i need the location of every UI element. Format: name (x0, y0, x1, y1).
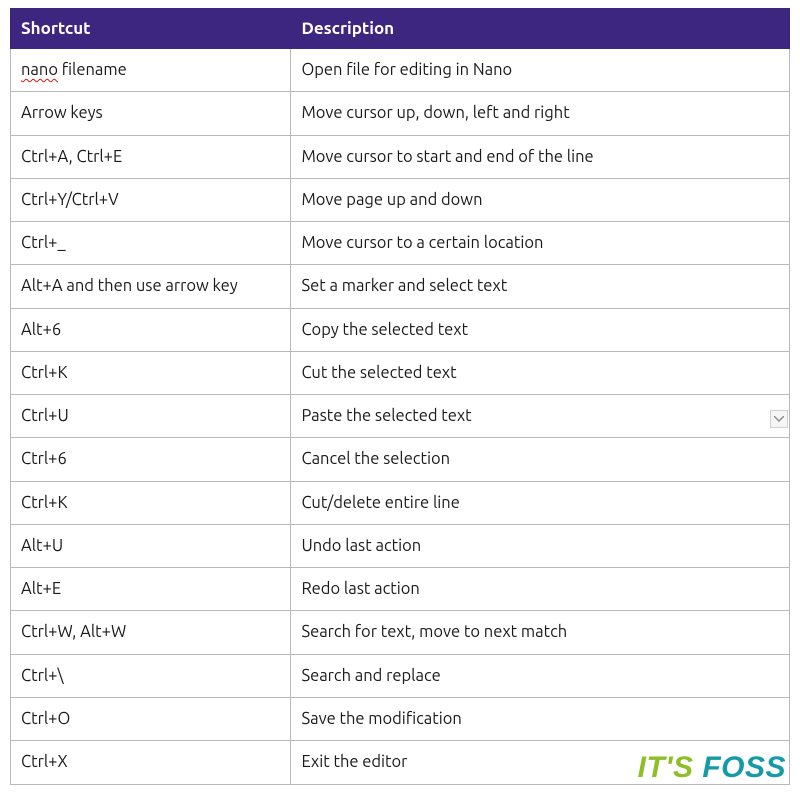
cell-description: Cut/delete entire line (291, 481, 790, 524)
cell-shortcut: Ctrl+X (11, 741, 291, 784)
table-row: nano filename Open file for editing in N… (11, 49, 790, 92)
table-row: Ctrl+6 Cancel the selection (11, 438, 790, 481)
cell-shortcut: Ctrl+K (11, 351, 291, 394)
chevron-down-icon (774, 416, 784, 422)
cell-shortcut: Alt+A and then use arrow key (11, 265, 291, 308)
table-row: Ctrl+U Paste the selected text (11, 395, 790, 438)
cell-shortcut: nano filename (11, 49, 291, 92)
table-row: Ctrl+_ Move cursor to a certain location (11, 222, 790, 265)
cell-shortcut: Ctrl+_ (11, 222, 291, 265)
header-description: Description (291, 9, 790, 49)
page-wrap: Shortcut Description nano filename Open … (0, 0, 800, 797)
cell-shortcut: Ctrl+U (11, 395, 291, 438)
table-row: Ctrl+W, Alt+W Search for text, move to n… (11, 611, 790, 654)
cell-shortcut: Alt+6 (11, 308, 291, 351)
cell-description: Move cursor up, down, left and right (291, 92, 790, 135)
cell-shortcut-rest: filename (58, 61, 127, 79)
table-row: Arrow keys Move cursor up, down, left an… (11, 92, 790, 135)
cell-shortcut: Ctrl+Y/Ctrl+V (11, 178, 291, 221)
table-header-row: Shortcut Description (11, 9, 790, 49)
cell-description: Copy the selected text (291, 308, 790, 351)
spellcheck-underline: nano (21, 61, 58, 79)
cell-description: Redo last action (291, 568, 790, 611)
cell-description: Set a marker and select text (291, 265, 790, 308)
table-row: Ctrl+A, Ctrl+E Move cursor to start and … (11, 135, 790, 178)
cell-description: Search for text, move to next match (291, 611, 790, 654)
table-row: Alt+U Undo last action (11, 524, 790, 567)
cell-shortcut: Alt+U (11, 524, 291, 567)
table-body: nano filename Open file for editing in N… (11, 49, 790, 785)
cell-shortcut: Ctrl+W, Alt+W (11, 611, 291, 654)
header-shortcut: Shortcut (11, 9, 291, 49)
cell-description: Undo last action (291, 524, 790, 567)
dropdown-handle[interactable] (770, 410, 788, 428)
cell-description: Exit the editor (291, 741, 790, 784)
cell-description: Move page up and down (291, 178, 790, 221)
cell-shortcut: Ctrl+\ (11, 654, 291, 697)
cell-shortcut: Arrow keys (11, 92, 291, 135)
cell-description: Cut the selected text (291, 351, 790, 394)
table-header: Shortcut Description (11, 9, 790, 49)
table-row: Ctrl+O Save the modification (11, 697, 790, 740)
table-row: Alt+A and then use arrow key Set a marke… (11, 265, 790, 308)
table-row: Ctrl+X Exit the editor (11, 741, 790, 784)
table-row: Ctrl+\ Search and replace (11, 654, 790, 697)
cell-description: Move cursor to start and end of the line (291, 135, 790, 178)
cell-description: Cancel the selection (291, 438, 790, 481)
cell-description: Move cursor to a certain location (291, 222, 790, 265)
cell-description: Search and replace (291, 654, 790, 697)
cell-shortcut: Alt+E (11, 568, 291, 611)
table-row: Alt+6 Copy the selected text (11, 308, 790, 351)
cell-description: Save the modification (291, 697, 790, 740)
cell-description: Open file for editing in Nano (291, 49, 790, 92)
cell-shortcut: Ctrl+O (11, 697, 291, 740)
table-row: Ctrl+K Cut the selected text (11, 351, 790, 394)
table-row: Alt+E Redo last action (11, 568, 790, 611)
cell-shortcut: Ctrl+K (11, 481, 291, 524)
cell-description: Paste the selected text (291, 395, 790, 438)
table-row: Ctrl+Y/Ctrl+V Move page up and down (11, 178, 790, 221)
shortcuts-table: Shortcut Description nano filename Open … (10, 8, 790, 785)
cell-shortcut: Ctrl+6 (11, 438, 291, 481)
table-row: Ctrl+K Cut/delete entire line (11, 481, 790, 524)
cell-shortcut: Ctrl+A, Ctrl+E (11, 135, 291, 178)
